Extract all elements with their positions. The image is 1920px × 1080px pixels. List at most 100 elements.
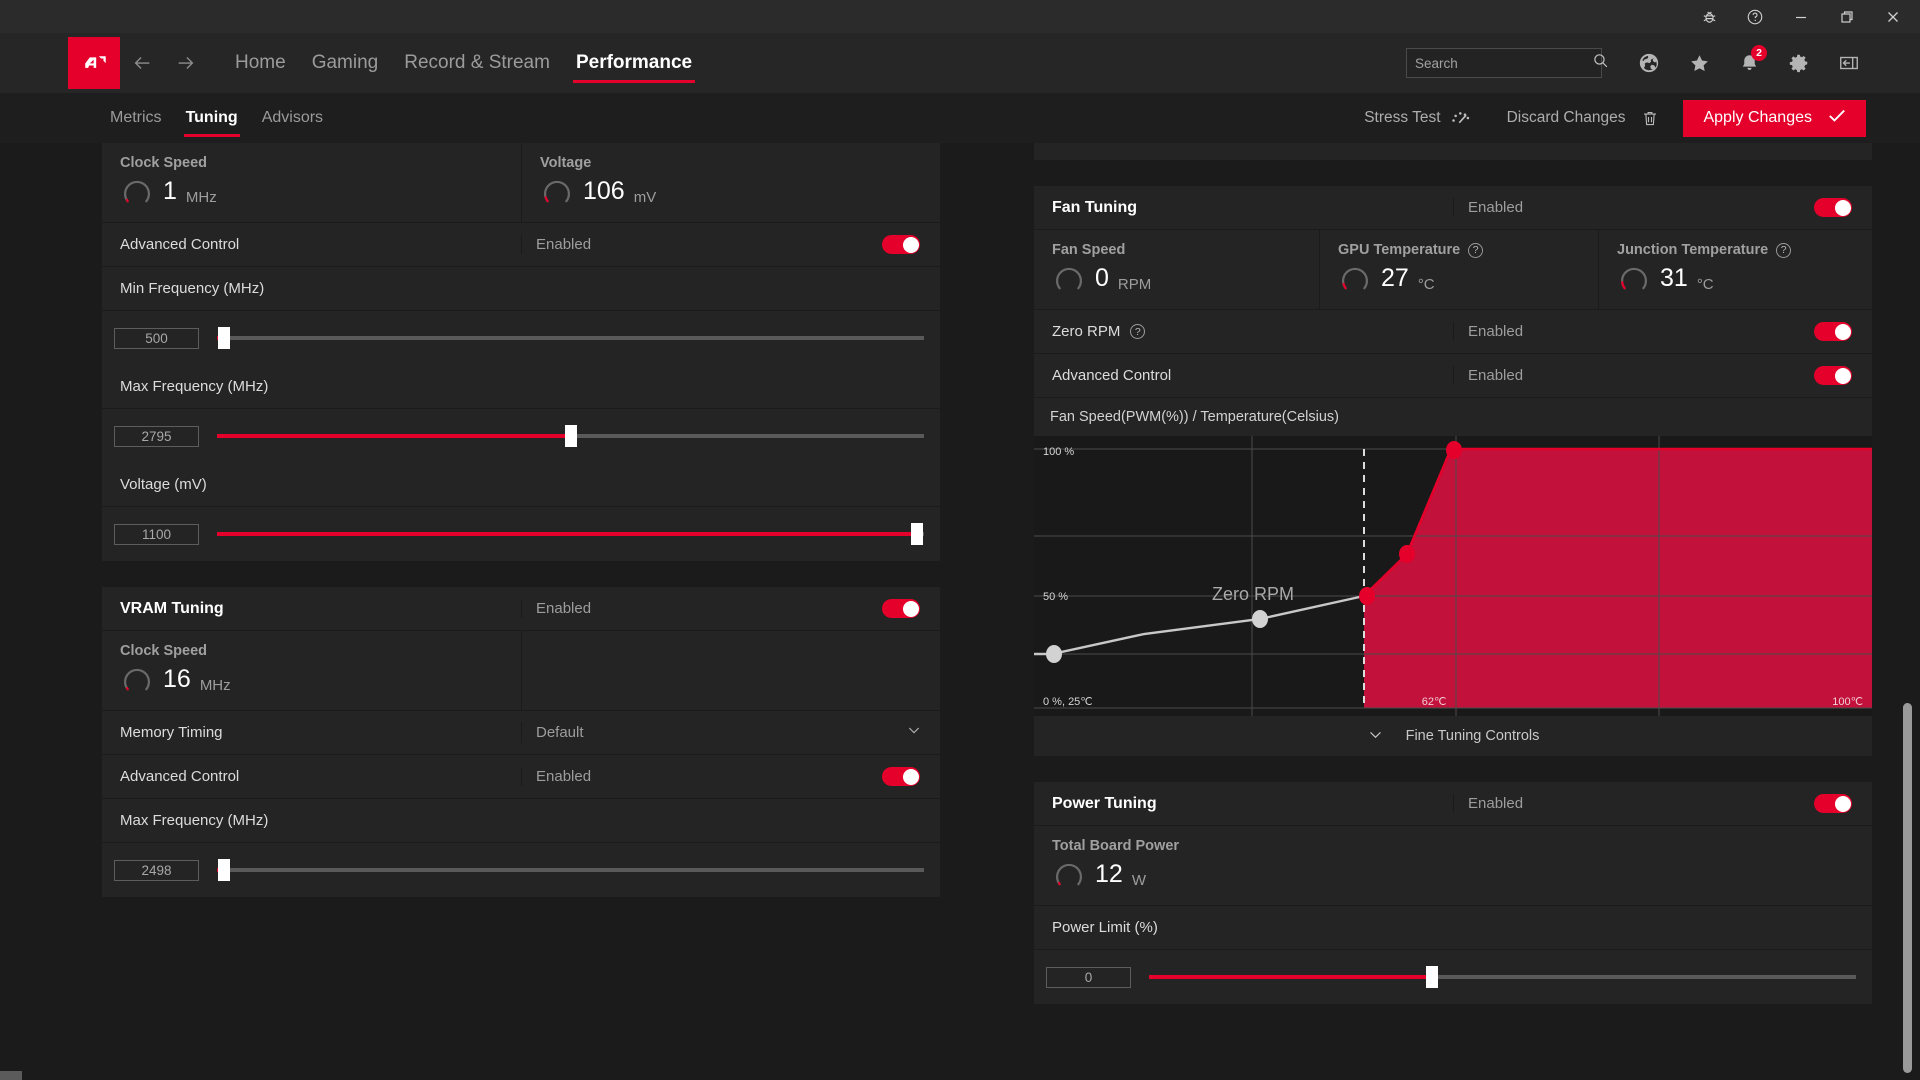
gpu-tuning-card: Clock Speed 1 MHz Voltage 106 mV Advance… xyxy=(102,143,940,561)
gpu-voltage-slider[interactable] xyxy=(217,523,924,545)
slider-thumb[interactable] xyxy=(218,327,231,349)
nav-item-performance[interactable]: Performance xyxy=(563,33,705,93)
content-scrollbar[interactable] xyxy=(1903,143,1912,1080)
chevron-down-icon[interactable] xyxy=(906,722,922,743)
panel-collapse-icon[interactable] xyxy=(1829,43,1869,83)
fan-curve-point xyxy=(1046,645,1062,663)
nav-forward-button[interactable] xyxy=(164,33,208,93)
vram-tuning-state: Enabled xyxy=(536,600,592,617)
gpu-metrics-row: Clock Speed 1 MHz Voltage 106 mV xyxy=(102,143,940,223)
left-column: Clock Speed 1 MHz Voltage 106 mV Advance… xyxy=(102,143,972,1080)
navbar-right-group: 2 xyxy=(1406,43,1920,83)
chart-origin-label: 0 %, 25℃ xyxy=(1043,696,1093,708)
gpu-advanced-control-toggle[interactable] xyxy=(882,235,920,254)
search-input[interactable] xyxy=(1415,55,1592,71)
gpu-temperature-value: 27 xyxy=(1381,263,1409,292)
fan-advanced-control-toggle[interactable] xyxy=(1814,366,1852,385)
junction-temperature-metric: Junction Temperature ? 31 °C xyxy=(1598,230,1872,309)
bug-report-icon[interactable] xyxy=(1686,0,1732,33)
vram-advanced-control-state: Enabled xyxy=(536,768,592,785)
gear-icon[interactable] xyxy=(1779,43,1819,83)
tab-tuning-label: Tuning xyxy=(185,109,238,126)
slider-thumb[interactable] xyxy=(1425,966,1438,988)
nav-item-record-stream[interactable]: Record & Stream xyxy=(391,33,563,93)
window-titlebar xyxy=(0,0,1920,33)
globe-icon[interactable] xyxy=(1629,43,1669,83)
slider-fill xyxy=(217,434,571,438)
star-icon[interactable] xyxy=(1679,43,1719,83)
gpu-max-frequency-input[interactable]: 2795 xyxy=(114,425,199,447)
gpu-temperature-unit: °C xyxy=(1417,276,1435,293)
power-tuning-toggle[interactable] xyxy=(1814,794,1852,813)
gpu-min-frequency-slider[interactable] xyxy=(217,327,924,349)
search-box[interactable] xyxy=(1406,48,1608,78)
zero-rpm-control: Enabled xyxy=(1453,322,1872,341)
power-tuning-header-row: Power Tuning Enabled xyxy=(1034,782,1872,826)
vram-max-frequency-slider-row: 2498 xyxy=(102,843,940,897)
vram-metrics-row: Clock Speed 16 MHz xyxy=(102,631,940,711)
minimize-icon[interactable] xyxy=(1778,0,1824,33)
discard-changes-button[interactable]: Discard Changes xyxy=(1501,109,1666,128)
fan-advanced-control-row: Advanced Control Enabled xyxy=(1034,354,1872,398)
fan-advanced-control-state: Enabled xyxy=(1468,367,1524,384)
power-limit-slider[interactable] xyxy=(1149,966,1856,988)
gpu-min-frequency-input[interactable]: 500 xyxy=(114,327,199,349)
gpu-clock-speed-label: Clock Speed xyxy=(120,155,208,171)
gpu-voltage-input[interactable]: 1100 xyxy=(114,523,199,545)
nav-back-button[interactable] xyxy=(120,33,164,93)
vram-tuning-title: VRAM Tuning xyxy=(120,599,224,617)
apply-changes-label: Apply Changes xyxy=(1703,109,1812,126)
help-icon[interactable]: ? xyxy=(1776,242,1792,258)
vram-tuning-toggle[interactable] xyxy=(882,599,920,618)
zero-rpm-label: Zero RPM xyxy=(1052,323,1121,340)
fan-curve-chart-title: Fan Speed(PWM(%)) / Temperature(Celsius) xyxy=(1050,409,1340,425)
fan-metrics-row: Fan Speed 0 RPM GPU Temperature ? 27 °C … xyxy=(1034,230,1872,310)
trash-icon[interactable] xyxy=(1641,109,1659,128)
restore-icon[interactable] xyxy=(1824,0,1870,33)
fan-curve-svg[interactable]: 100 % 50 % 0 %, 25℃ 62℃ 100℃ Zero RPM xyxy=(1034,436,1872,716)
fan-speed-metric: Fan Speed 0 RPM xyxy=(1034,230,1319,309)
bell-icon[interactable]: 2 xyxy=(1729,43,1769,83)
slider-thumb[interactable] xyxy=(564,425,577,447)
gpu-advanced-control-row: Advanced Control Enabled xyxy=(102,223,940,267)
vram-max-frequency-slider[interactable] xyxy=(217,859,924,881)
power-limit-input[interactable]: 0 xyxy=(1046,966,1131,988)
tab-advisors[interactable]: Advisors xyxy=(250,93,335,143)
vram-max-frequency-input[interactable]: 2498 xyxy=(114,859,199,881)
search-icon[interactable] xyxy=(1592,52,1609,74)
chart-ytick-100: 100 % xyxy=(1043,446,1074,458)
memory-timing-control[interactable]: Default xyxy=(521,722,940,743)
gauge-icon xyxy=(124,668,150,691)
zero-rpm-toggle[interactable] xyxy=(1814,322,1852,341)
tab-tuning[interactable]: Tuning xyxy=(174,93,250,143)
chart-xtick-100: 100℃ xyxy=(1832,696,1863,708)
fan-advanced-control-label: Advanced Control xyxy=(1052,367,1172,384)
close-icon[interactable] xyxy=(1870,0,1916,33)
help-icon[interactable]: ? xyxy=(1468,242,1484,258)
slider-track xyxy=(217,336,924,340)
gpu-clock-speed-value: 1 xyxy=(163,176,177,205)
gpu-min-frequency-label: Min Frequency (MHz) xyxy=(102,267,940,311)
nav-item-gaming[interactable]: Gaming xyxy=(299,33,392,93)
slider-thumb[interactable] xyxy=(910,523,923,545)
gpu-clock-speed-unit: MHz xyxy=(185,189,217,206)
help-icon[interactable] xyxy=(1732,0,1778,33)
scrollbar-thumb[interactable] xyxy=(1903,703,1912,1073)
fan-speed-unit: RPM xyxy=(1117,276,1152,293)
help-icon[interactable]: ? xyxy=(1130,324,1146,339)
check-icon xyxy=(1828,108,1846,128)
fan-tuning-toggle[interactable] xyxy=(1814,198,1852,217)
fine-tuning-controls-button[interactable]: Fine Tuning Controls xyxy=(1034,716,1872,756)
gpu-max-frequency-slider[interactable] xyxy=(217,425,924,447)
vram-advanced-control-toggle[interactable] xyxy=(882,767,920,786)
amd-logo-icon[interactable] xyxy=(68,37,120,89)
vram-advanced-control-label: Advanced Control xyxy=(120,768,240,785)
stress-test-button[interactable]: Stress Test xyxy=(1358,109,1478,127)
fan-curve-chart[interactable]: 100 % 50 % 0 %, 25℃ 62℃ 100℃ Zero RPM xyxy=(1034,436,1872,716)
tab-metrics[interactable]: Metrics xyxy=(98,93,174,143)
apply-changes-button[interactable]: Apply Changes xyxy=(1683,99,1866,137)
slider-track xyxy=(217,868,924,872)
nav-item-home[interactable]: Home xyxy=(222,33,299,93)
slider-thumb[interactable] xyxy=(218,859,231,881)
gauge-icon xyxy=(1621,267,1647,290)
